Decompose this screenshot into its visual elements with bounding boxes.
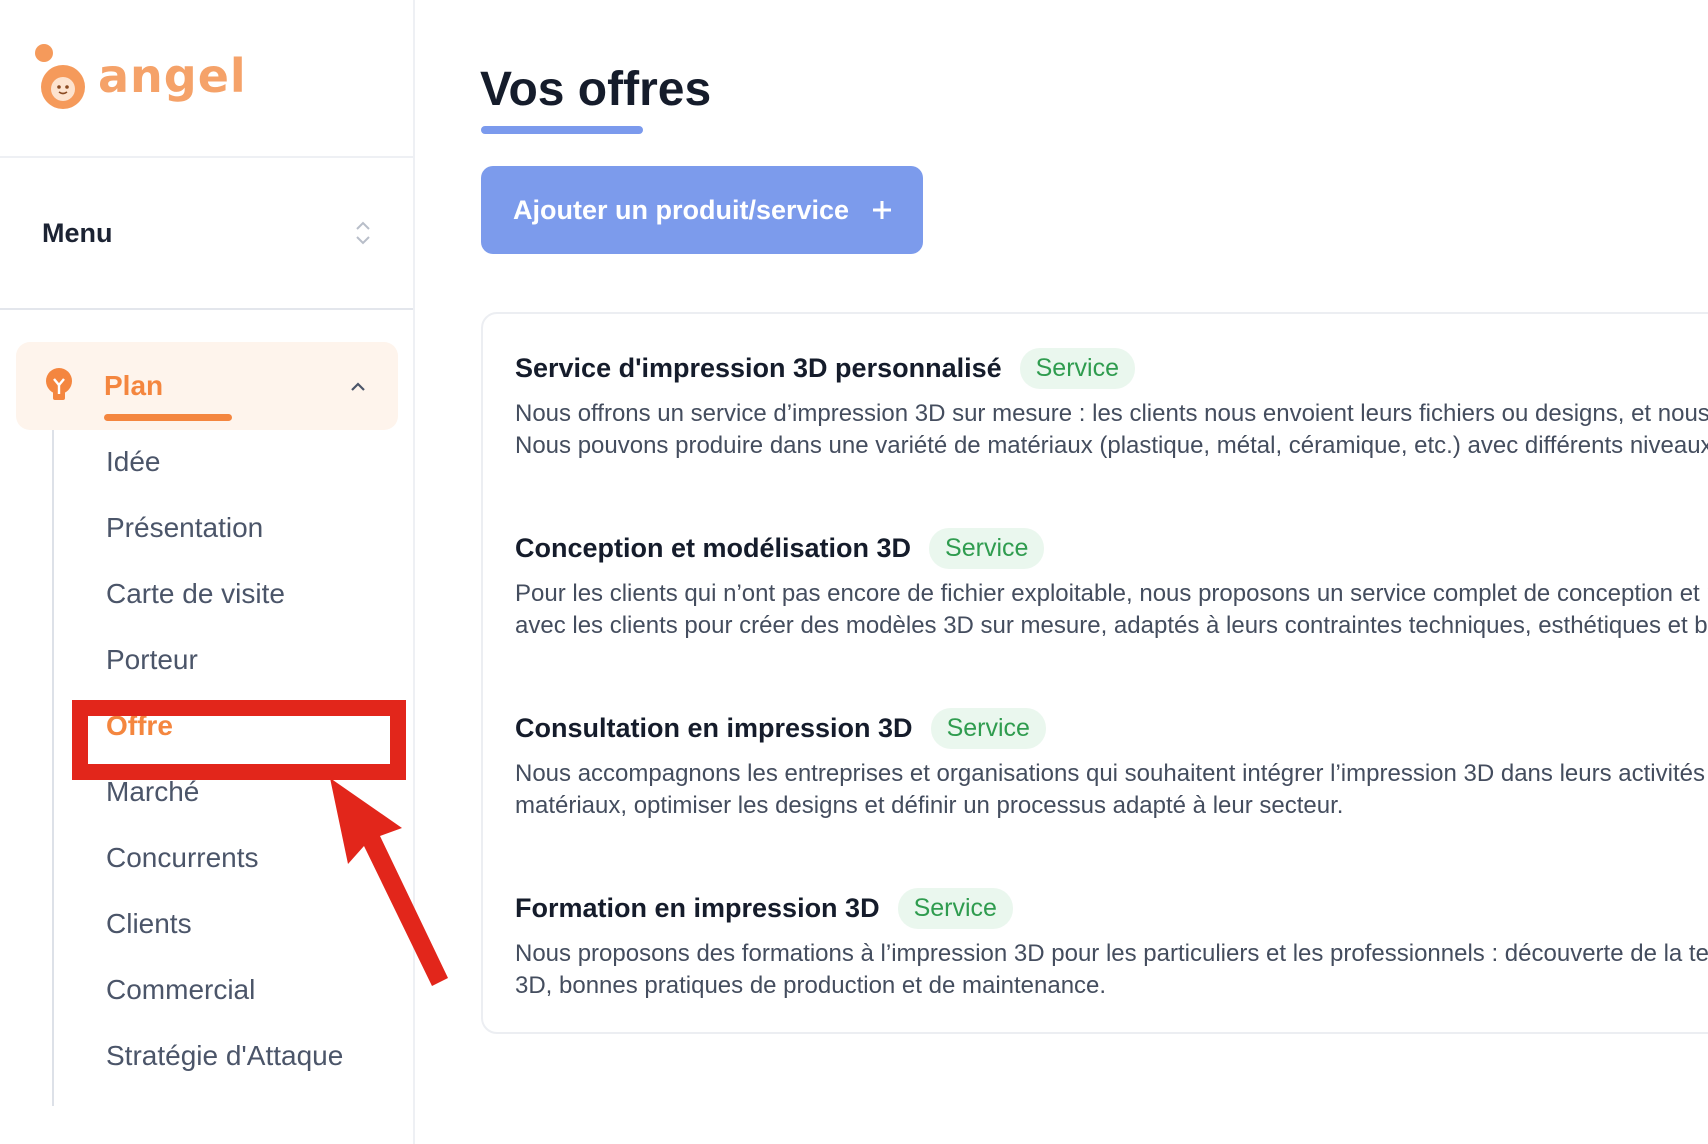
- nav-item-presentation[interactable]: Présentation: [54, 500, 394, 556]
- nav-item-strategie-attaque[interactable]: Stratégie d'Attaque: [54, 1028, 394, 1084]
- offer-description: Pour les clients qui n’ont pas encore de…: [515, 578, 1708, 642]
- logo[interactable]: angel: [0, 0, 413, 158]
- offer-description-line: Nous pouvons produire dans une variété d…: [515, 432, 1708, 459]
- offer-description-line: Pour les clients qui n’ont pas encore de…: [515, 580, 1708, 607]
- nav-item-carte-de-visite[interactable]: Carte de visite: [54, 566, 394, 622]
- offer-type-badge: Service: [897, 887, 1013, 929]
- app-window: angel Menu Plan Idée Présentation Carte …: [0, 0, 1708, 1144]
- offer-item[interactable]: Service d'impression 3D personnalisé Ser…: [515, 347, 1708, 462]
- title-underline: [481, 126, 643, 134]
- offer-title: Consultation en impression 3D: [515, 712, 913, 743]
- offer-item[interactable]: Formation en impression 3D Service Nous …: [515, 887, 1708, 1002]
- section-plan-label: Plan: [104, 370, 164, 401]
- offer-description: Nous proposons des formations à l’impres…: [515, 938, 1708, 1002]
- brand-name: angel: [98, 49, 247, 103]
- nav-item-porteur[interactable]: Porteur: [54, 632, 394, 688]
- offer-description: Nous offrons un service d’impression 3D …: [515, 398, 1708, 462]
- offer-header: Consultation en impression 3D Service: [515, 707, 1708, 749]
- offer-description: Nous accompagnons les entreprises et org…: [515, 758, 1708, 822]
- chevron-updown-icon: [356, 221, 370, 245]
- section-plan-label-wrap: Plan: [104, 370, 348, 421]
- plus-icon: [873, 201, 892, 219]
- offer-description-line: avec les clients pour créer des modèles …: [515, 612, 1708, 639]
- offer-header: Formation en impression 3D Service: [515, 887, 1708, 929]
- menu-label: Menu: [42, 217, 113, 248]
- page-title: Vos offres: [480, 63, 712, 116]
- offers-list: Service d'impression 3D personnalisé Ser…: [481, 312, 1708, 1034]
- lightbulb-icon: [46, 368, 72, 400]
- offer-type-badge: Service: [1019, 347, 1135, 389]
- add-product-service-button[interactable]: Ajouter un produit/service: [481, 166, 923, 254]
- offer-title: Service d'impression 3D personnalisé: [515, 352, 1002, 383]
- offer-header: Conception et modélisation 3D Service: [515, 527, 1708, 569]
- offer-description-line: Nous accompagnons les entreprises et org…: [515, 760, 1705, 787]
- offer-description-line: Nous proposons des formations à l’impres…: [515, 940, 1708, 967]
- offer-type-badge: Service: [930, 707, 1046, 749]
- menu-selector[interactable]: Menu: [0, 158, 413, 310]
- offer-description-line: matériaux, optimiser les designs et défi…: [515, 792, 1344, 819]
- chevron-up-icon: [351, 382, 365, 391]
- offer-type-badge: Service: [929, 527, 1045, 569]
- offer-title: Conception et modélisation 3D: [515, 532, 912, 563]
- nav-item-idee[interactable]: Idée: [54, 434, 394, 490]
- offer-item[interactable]: Consultation en impression 3D Service No…: [515, 707, 1708, 822]
- main-content: Vos offres Ajouter un produit/service Se…: [415, 0, 1708, 1144]
- add-button-label: Ajouter un produit/service: [513, 194, 850, 225]
- offer-description-line: 3D, bonnes pratiques de production et de…: [515, 972, 1107, 999]
- angel-logo-icon: [35, 44, 85, 109]
- offer-title: Formation en impression 3D: [515, 892, 880, 923]
- highlight-box-annotation: [72, 700, 406, 780]
- section-plan-toggle[interactable]: Plan: [16, 342, 398, 430]
- offer-header: Service d'impression 3D personnalisé Ser…: [515, 347, 1708, 389]
- offer-description-line: Nous offrons un service d’impression 3D …: [515, 400, 1708, 427]
- active-section-underline: [104, 414, 232, 421]
- offer-item[interactable]: Conception et modélisation 3D Service Po…: [515, 527, 1708, 642]
